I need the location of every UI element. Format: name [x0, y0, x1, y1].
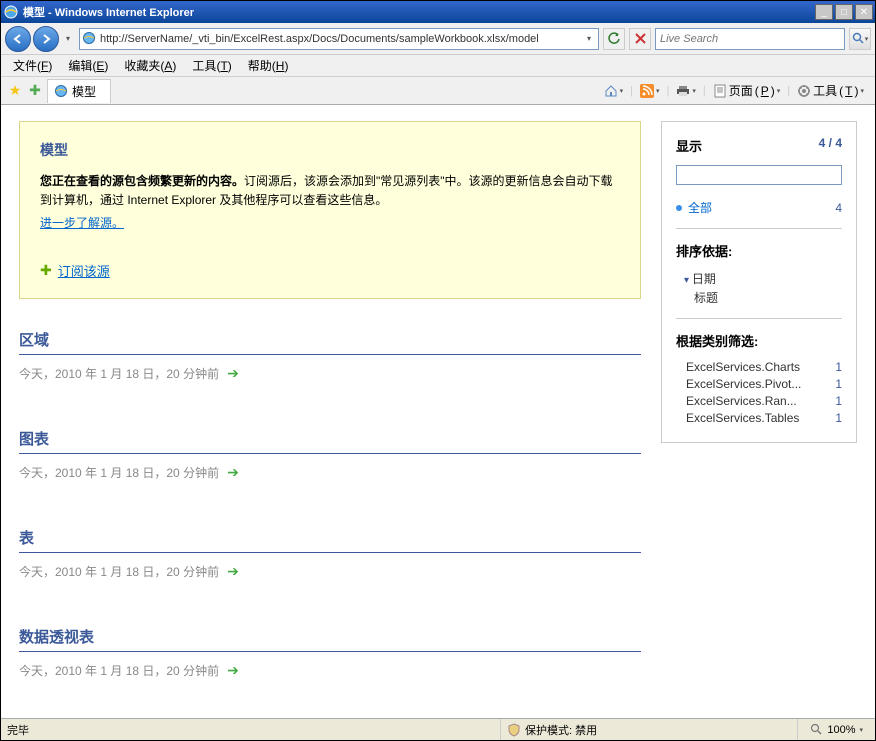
navigation-bar: ▾ ▾ ▾ — [1, 23, 875, 55]
entry-arrow-icon[interactable]: ➔ — [227, 365, 239, 382]
feed-entry: 数据透视表 今天，2010 年 1 月 18 日，20 分钟前 ➔ — [19, 626, 641, 679]
sidebar-count: 4 / 4 — [819, 136, 842, 155]
window-controls: _ □ ✕ — [815, 4, 873, 20]
address-bar[interactable]: ▾ — [79, 28, 599, 50]
entry-meta: 今天，2010 年 1 月 18 日，20 分钟前 ➔ — [19, 464, 641, 481]
add-favorite-icon[interactable]: ✚ — [27, 83, 43, 99]
entry-arrow-icon[interactable]: ➔ — [227, 464, 239, 481]
menu-tools[interactable]: 工具(T) — [186, 55, 237, 76]
favorites-bar: ★ ✚ 模型 ▾ | ▾ | ▾ | — [1, 77, 875, 105]
ie-icon — [3, 4, 19, 20]
sidebar-all-count: 4 — [835, 201, 842, 215]
print-button[interactable]: ▾ — [671, 81, 701, 101]
status-protected-mode: 保护模式: 禁用 — [501, 719, 798, 740]
sidebar-all-link[interactable]: 全部 — [688, 199, 829, 216]
page-menu-button[interactable]: 页面(P) ▾ — [708, 79, 786, 102]
feeds-button[interactable]: ▾ — [635, 81, 665, 101]
feed-title: 模型 — [40, 140, 620, 160]
search-button[interactable]: ▾ — [849, 28, 871, 50]
window-title: 模型 - Windows Internet Explorer — [23, 4, 815, 20]
entry-title-link[interactable]: 区域 — [19, 329, 641, 355]
search-dropdown-icon: ▾ — [865, 35, 869, 43]
feed-info-box: 模型 您正在查看的源包含频繁更新的内容。订阅源后，该源会添加到"常见源列表"中。… — [19, 121, 641, 299]
browser-tab[interactable]: 模型 — [47, 79, 111, 103]
learn-more-link[interactable]: 进一步了解源。 — [40, 216, 124, 230]
history-dropdown[interactable]: ▾ — [61, 26, 75, 52]
zoom-control[interactable]: 100% ▾ — [798, 723, 875, 736]
sidebar-filter-input[interactable] — [676, 165, 842, 185]
bullet-icon — [676, 205, 682, 211]
entry-meta: 今天，2010 年 1 月 18 日，20 分钟前 ➔ — [19, 365, 641, 382]
favorites-icon[interactable]: ★ — [7, 83, 23, 99]
minimize-button[interactable]: _ — [815, 4, 833, 20]
forward-button[interactable] — [33, 26, 59, 52]
close-button[interactable]: ✕ — [855, 4, 873, 20]
tab-title: 模型 — [72, 83, 96, 100]
status-bar: 完毕 保护模式: 禁用 100% ▾ — [1, 718, 875, 740]
entry-title-link[interactable]: 数据透视表 — [19, 626, 641, 652]
search-input[interactable] — [660, 33, 840, 45]
sidebar-display-label: 显示 — [676, 136, 702, 155]
subscribe-link[interactable]: 订阅该源 — [58, 261, 110, 280]
entry-meta: 今天，2010 年 1 月 18 日，20 分钟前 ➔ — [19, 662, 641, 679]
tab-page-icon — [54, 84, 68, 98]
divider — [676, 228, 842, 229]
feed-entry: 表 今天，2010 年 1 月 18 日，20 分钟前 ➔ — [19, 527, 641, 580]
entry-title-link[interactable]: 图表 — [19, 428, 641, 454]
page-icon — [82, 31, 98, 47]
menu-favorites[interactable]: 收藏夹(A) — [118, 55, 182, 76]
url-input[interactable] — [100, 33, 582, 45]
divider — [676, 318, 842, 319]
browser-window: 模型 - Windows Internet Explorer _ □ ✕ ▾ ▾ — [0, 0, 876, 741]
main-content: 模型 您正在查看的源包含频繁更新的内容。订阅源后，该源会添加到"常见源列表"中。… — [19, 121, 641, 702]
filter-section-title: 根据类别筛选: — [676, 331, 842, 350]
menu-bar: 文件(F) 编辑(E) 收藏夹(A) 工具(T) 帮助(H) — [1, 55, 875, 77]
sort-section-title: 排序依据: — [676, 241, 842, 260]
sort-by-title[interactable]: 标题 — [694, 289, 842, 306]
feed-entry: 图表 今天，2010 年 1 月 18 日，20 分钟前 ➔ — [19, 428, 641, 481]
shield-icon — [507, 723, 521, 737]
refresh-button[interactable] — [603, 28, 625, 50]
content-area: 模型 您正在查看的源包含频繁更新的内容。订阅源后，该源会添加到"常见源列表"中。… — [1, 105, 875, 718]
feed-entry: 区域 今天，2010 年 1 月 18 日，20 分钟前 ➔ — [19, 329, 641, 382]
status-text: 完毕 — [1, 719, 501, 740]
maximize-button[interactable]: □ — [835, 4, 853, 20]
menu-help[interactable]: 帮助(H) — [242, 55, 295, 76]
stop-button[interactable] — [629, 28, 651, 50]
url-dropdown[interactable]: ▾ — [582, 34, 596, 43]
back-button[interactable] — [5, 26, 31, 52]
entry-title-link[interactable]: 表 — [19, 527, 641, 553]
entry-arrow-icon[interactable]: ➔ — [227, 662, 239, 679]
feed-description: 您正在查看的源包含频繁更新的内容。订阅源后，该源会添加到"常见源列表"中。该源的… — [40, 172, 620, 210]
sidebar: 显示 4 / 4 全部 4 排序依据: 日期 标题 根据类别筛选: ExcelS… — [661, 121, 857, 443]
category-row[interactable]: ExcelServices.Charts 1 — [686, 360, 842, 374]
entry-arrow-icon[interactable]: ➔ — [227, 563, 239, 580]
sort-by-date[interactable]: 日期 — [684, 270, 842, 287]
category-row[interactable]: ExcelServices.Ran... 1 — [686, 394, 842, 408]
search-box[interactable] — [655, 28, 845, 50]
entry-meta: 今天，2010 年 1 月 18 日，20 分钟前 ➔ — [19, 563, 641, 580]
zoom-icon — [810, 723, 823, 736]
subscribe-icon: ✚ — [40, 262, 52, 279]
menu-file[interactable]: 文件(F) — [7, 55, 58, 76]
tools-menu-button[interactable]: 工具(T) ▾ — [792, 79, 869, 102]
home-button[interactable]: ▾ — [599, 81, 629, 101]
category-row[interactable]: ExcelServices.Pivot... 1 — [686, 377, 842, 391]
category-row[interactable]: ExcelServices.Tables 1 — [686, 411, 842, 425]
title-bar: 模型 - Windows Internet Explorer _ □ ✕ — [1, 1, 875, 23]
menu-edit[interactable]: 编辑(E) — [62, 55, 114, 76]
